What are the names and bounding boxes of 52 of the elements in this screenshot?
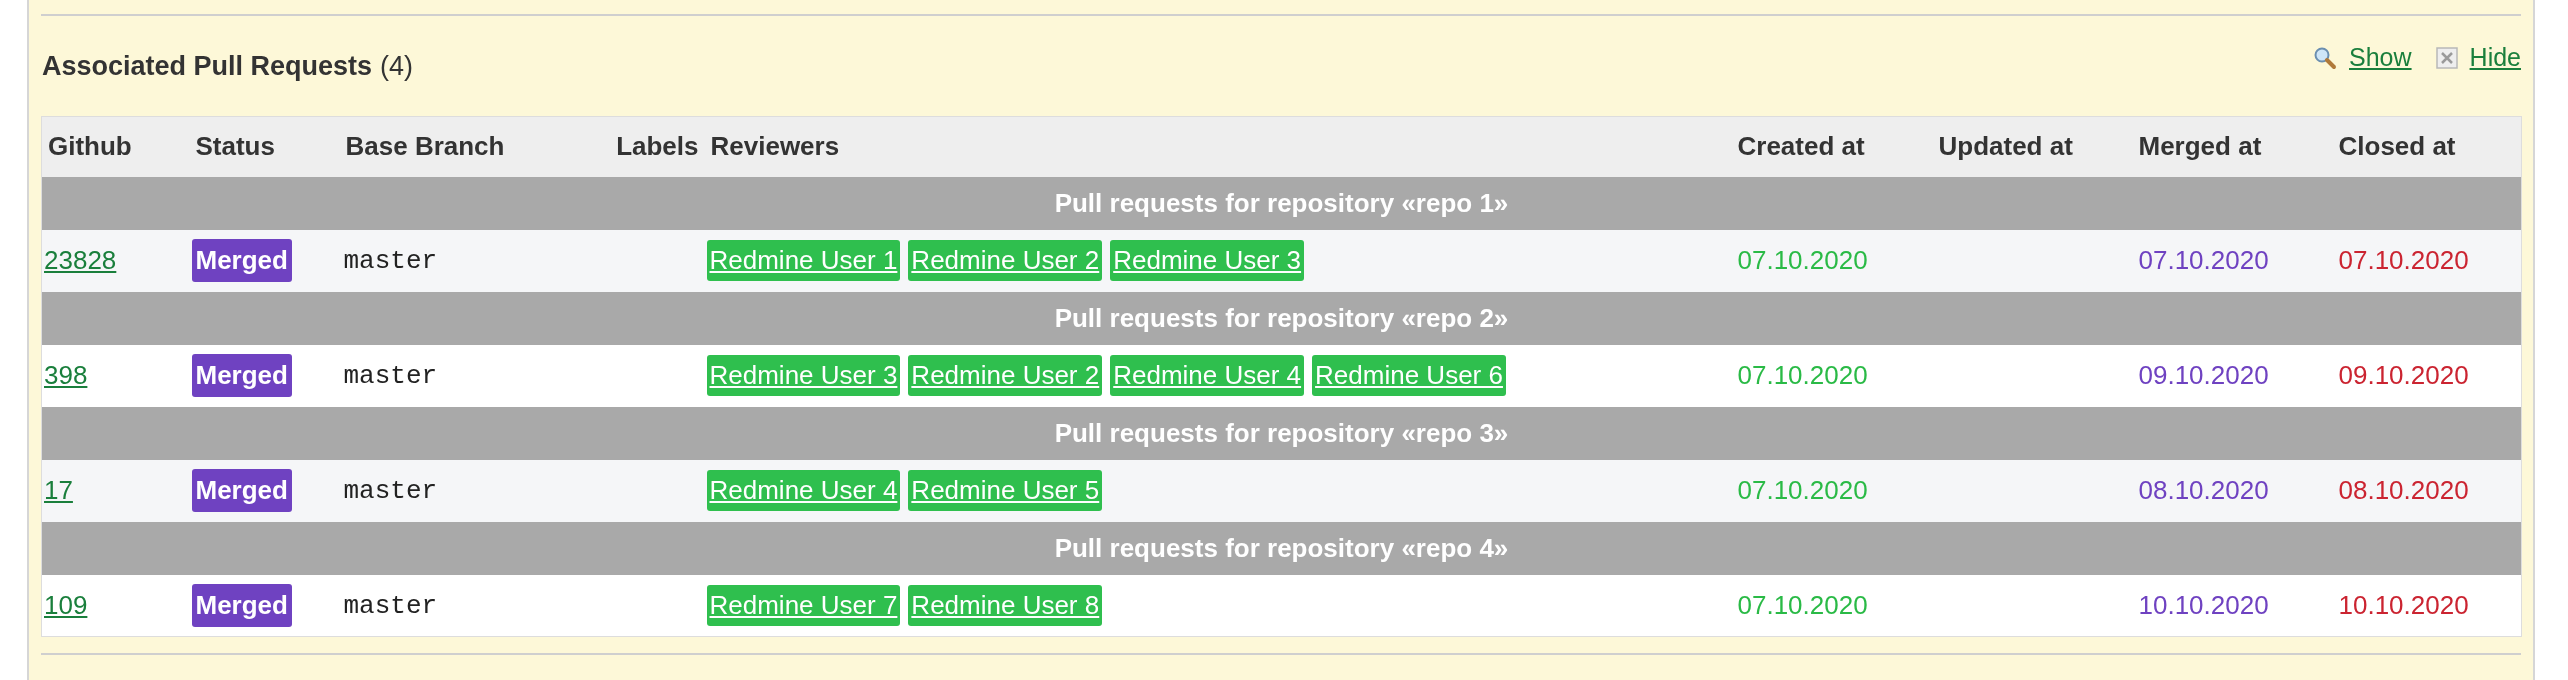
section-title: Associated Pull Requests xyxy=(42,49,373,83)
created-date: 07.10.2020 xyxy=(1737,589,1868,620)
pull-request-link[interactable]: 17 xyxy=(44,475,73,505)
hide-link[interactable]: Hide xyxy=(2469,39,2521,77)
reviewer-link[interactable]: Redmine User 2 xyxy=(908,355,1103,396)
show-link[interactable]: Show xyxy=(2349,39,2412,77)
closed-date: 08.10.2020 xyxy=(2338,475,2469,505)
reviewer-link[interactable]: Redmine User 3 xyxy=(706,355,901,396)
column-header: Updated at xyxy=(1932,116,2133,177)
reviewer-link[interactable]: Redmine User 6 xyxy=(1312,355,1506,396)
pull-request-link[interactable]: 398 xyxy=(44,360,88,390)
column-header: Closed at xyxy=(2332,116,2522,177)
merged-date: 10.10.2020 xyxy=(2138,589,2269,620)
repository-group-header: Pull requests for repository «repo 1» xyxy=(41,176,2522,230)
closed-date: 10.10.2020 xyxy=(2338,589,2469,620)
merged-date: 09.10.2020 xyxy=(2138,360,2269,390)
status-badge: Merged xyxy=(191,239,292,282)
base-branch: master xyxy=(343,361,438,391)
status-badge: Merged xyxy=(191,469,292,512)
merged-date: 07.10.2020 xyxy=(2138,245,2269,275)
reviewer-link[interactable]: Redmine User 4 xyxy=(1110,355,1305,396)
column-header: Merged at xyxy=(2132,116,2333,177)
reviewer-link[interactable]: Redmine User 2 xyxy=(908,240,1103,281)
close-icon xyxy=(2435,47,2458,69)
column-header: Reviewers xyxy=(704,116,1732,177)
status-badge: Merged xyxy=(191,354,292,397)
search-icon xyxy=(2313,46,2338,70)
created-date: 07.10.2020 xyxy=(1737,360,1868,390)
repository-group-header: Pull requests for repository «repo 4» xyxy=(41,521,2522,575)
reviewer-link[interactable]: Redmine User 1 xyxy=(706,240,901,281)
reviewer-link[interactable]: Redmine User 5 xyxy=(908,470,1103,511)
column-header: Github xyxy=(41,116,190,177)
status-badge: Merged xyxy=(191,583,292,627)
base-branch: master xyxy=(343,590,438,621)
base-branch: master xyxy=(343,476,438,506)
reviewer-link[interactable]: Redmine User 7 xyxy=(706,584,901,626)
base-branch: master xyxy=(343,246,438,276)
created-date: 07.10.2020 xyxy=(1737,245,1868,275)
pull-request-count: (4) xyxy=(380,49,414,83)
closed-date: 07.10.2020 xyxy=(2338,245,2469,275)
created-date: 07.10.2020 xyxy=(1737,475,1868,505)
pull-request-link[interactable]: 23828 xyxy=(44,245,117,275)
reviewer-link[interactable]: Redmine User 3 xyxy=(1110,240,1305,281)
column-header: Labels xyxy=(591,116,705,177)
column-header: Created at xyxy=(1731,116,1933,177)
closed-date: 09.10.2020 xyxy=(2338,360,2469,390)
column-header: Status xyxy=(189,116,340,177)
reviewer-link[interactable]: Redmine User 8 xyxy=(908,584,1103,626)
pull-request-link[interactable]: 109 xyxy=(44,589,88,620)
reviewer-link[interactable]: Redmine User 4 xyxy=(706,470,901,511)
merged-date: 08.10.2020 xyxy=(2138,475,2269,505)
column-header: Base Branch xyxy=(339,116,592,177)
